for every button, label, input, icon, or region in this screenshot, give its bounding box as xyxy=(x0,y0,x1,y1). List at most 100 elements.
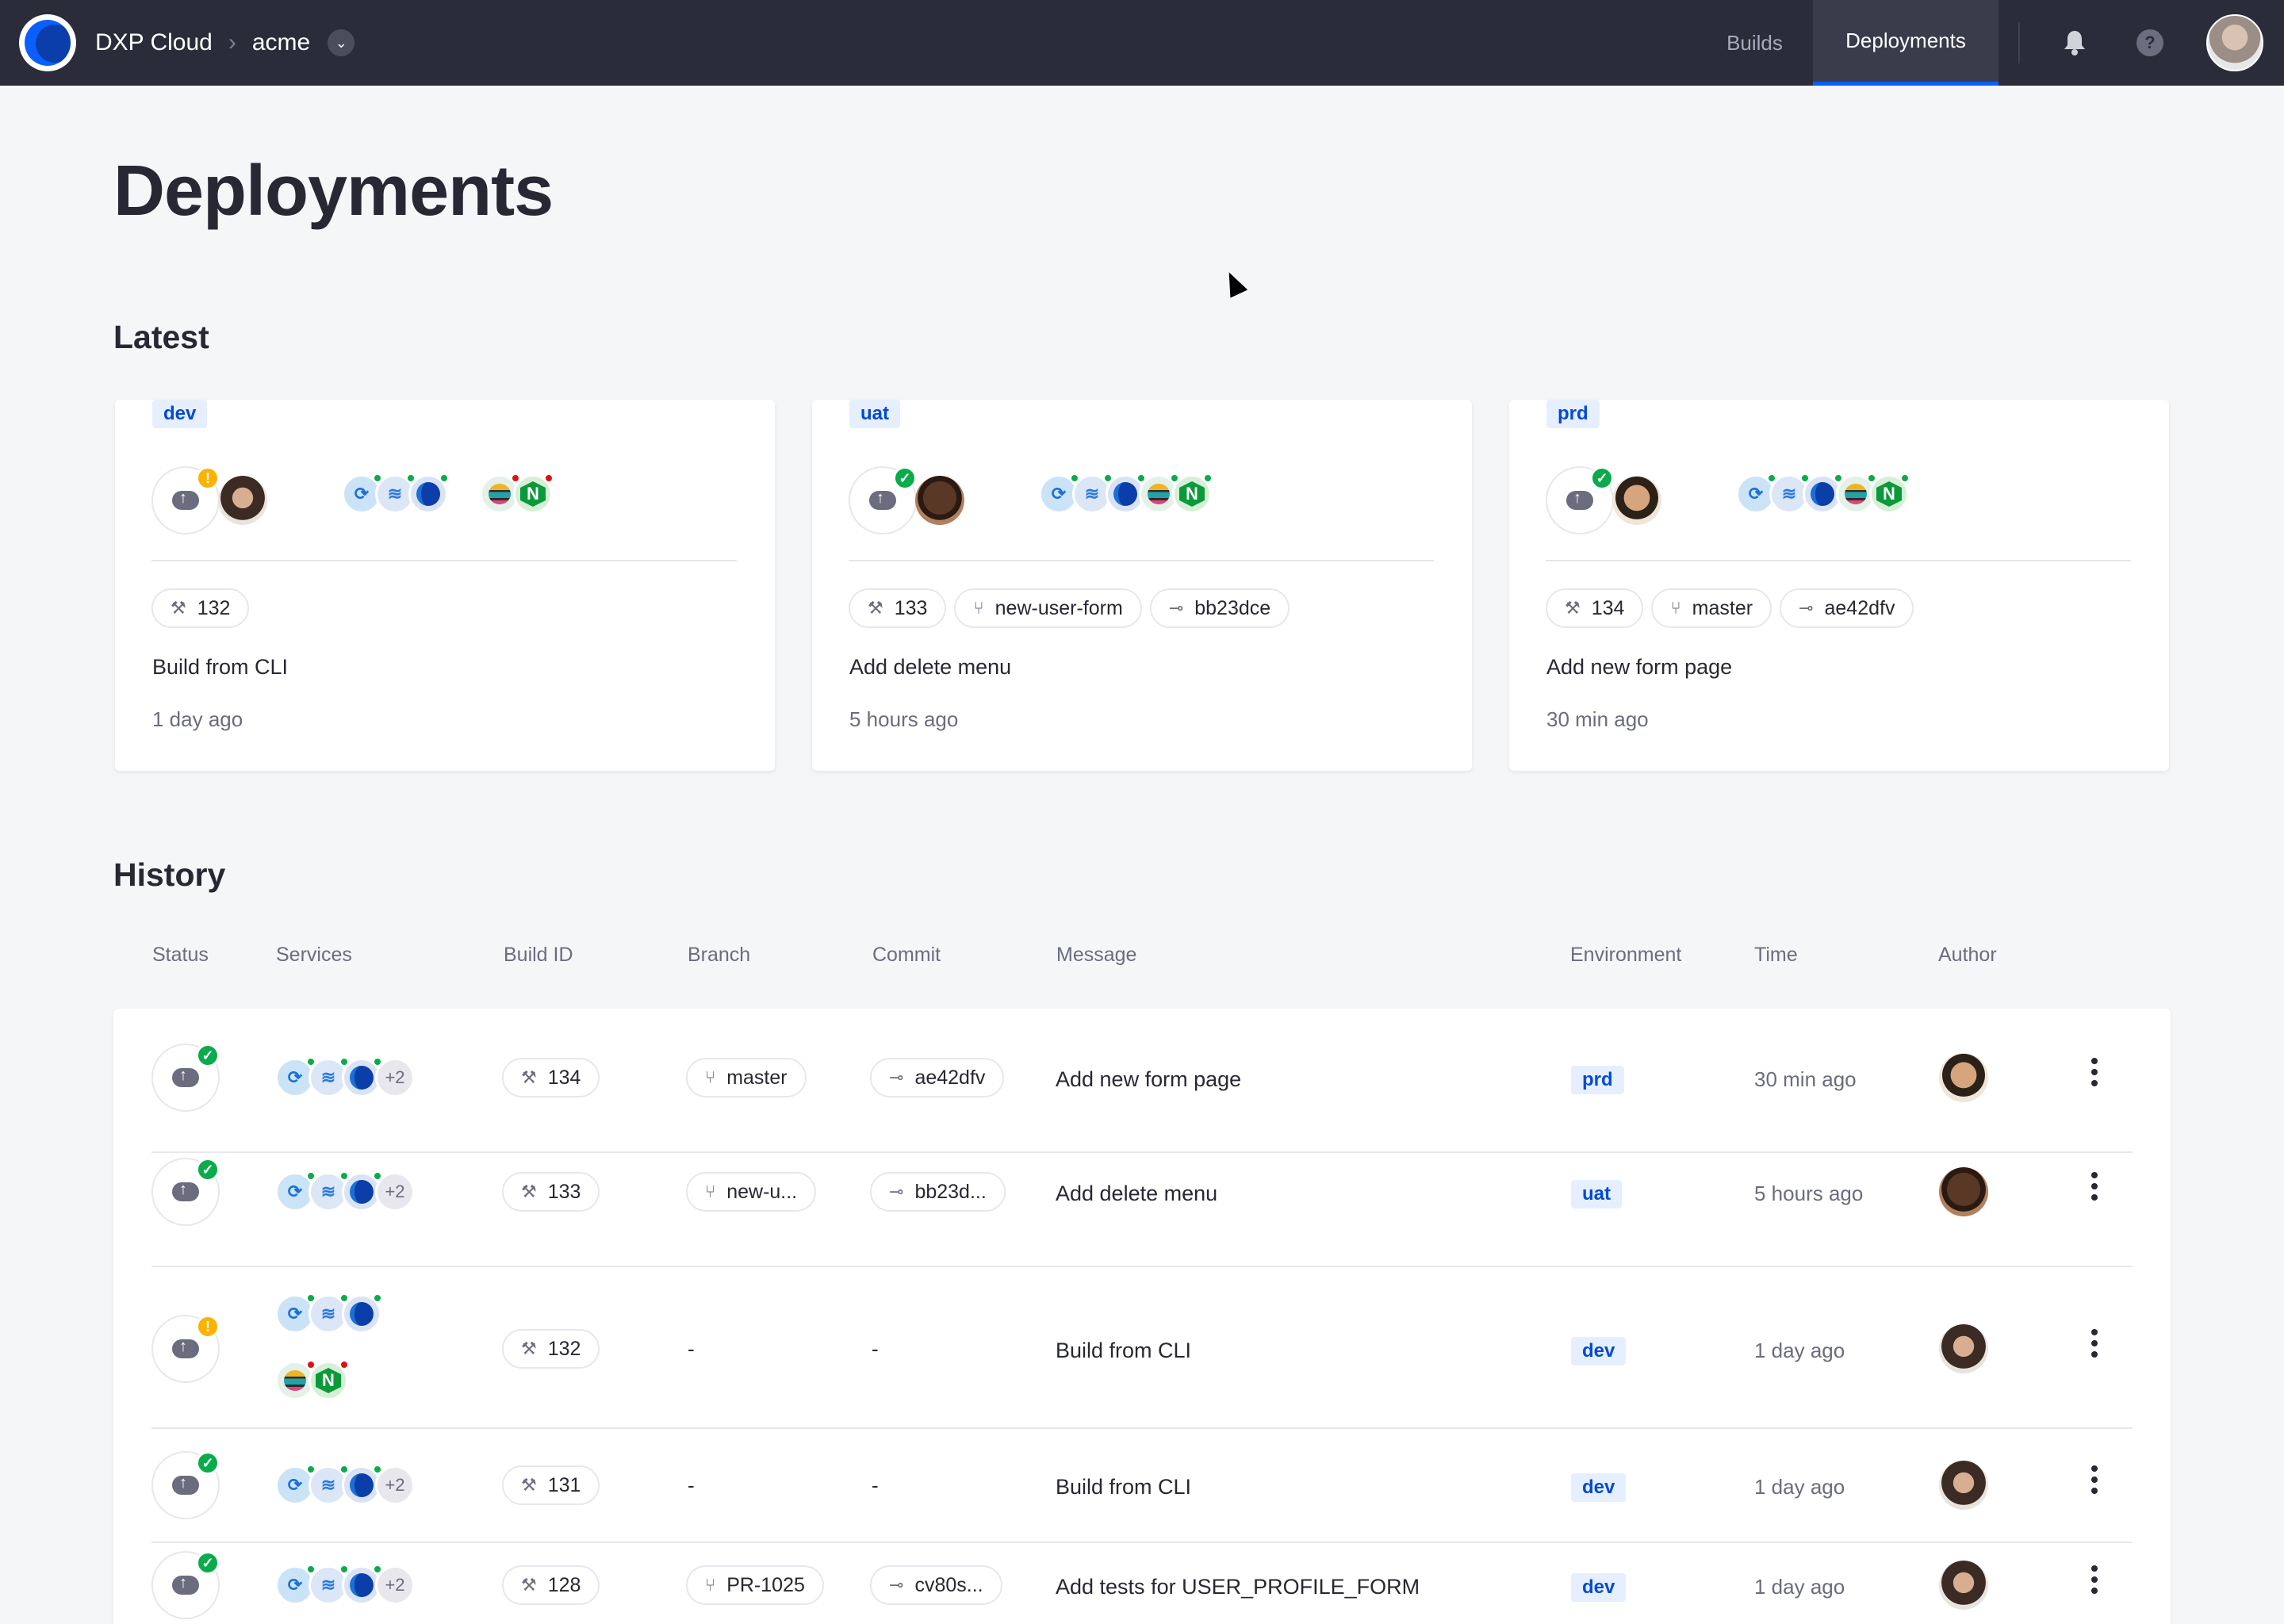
author-avatar[interactable] xyxy=(1939,1167,1988,1216)
branch-empty: - xyxy=(688,1337,695,1361)
build-id: 134 xyxy=(547,1066,581,1089)
deploy-message: Add tests for USER_PROFILE_FORM xyxy=(1056,1575,1420,1599)
branch-chip[interactable]: ⑂ new-user-form xyxy=(954,588,1142,628)
deploy-time: 1 day ago xyxy=(1754,1475,1845,1499)
kebab-menu-icon[interactable] xyxy=(2087,1465,2102,1494)
author-avatar[interactable] xyxy=(1939,1324,1988,1373)
deploy-status: ✓ xyxy=(151,1451,220,1519)
build-id-chip[interactable]: ⚒ 128 xyxy=(502,1565,600,1605)
services-group: ⟳ ≋ +2 xyxy=(275,1565,415,1605)
latest-card-uat[interactable]: uat ✓ ⟳ ≋ N ⚒ 133 ⑂ new-user-form ⊸ bb23dce… xyxy=(812,400,1472,771)
table-row[interactable]: ✓ ⟳ ≋ +2 ⚒ 133 ⑂ new-u... ⊸ bb23d... Add de… xyxy=(151,1153,2133,1267)
commit-chip[interactable]: ⊸ ae42dfv xyxy=(870,1058,1005,1097)
build-id-chip[interactable]: ⚒ 133 xyxy=(502,1172,600,1212)
branch-icon: ⑂ xyxy=(705,1067,716,1087)
branch-name: master xyxy=(726,1066,788,1089)
more-services-badge[interactable]: +2 xyxy=(375,1172,415,1212)
deploy-message: Add delete menu xyxy=(849,655,1012,679)
more-services-badge[interactable]: +2 xyxy=(375,1565,415,1605)
services-group: ⟳ ≋ xyxy=(342,473,449,514)
column-header-author[interactable]: Author xyxy=(1938,944,1997,967)
author-avatar[interactable] xyxy=(915,476,964,525)
build-id-chip[interactable]: ⚒ 134 xyxy=(502,1058,600,1097)
latest-card-prd[interactable]: prd ✓ ⟳ ≋ N ⚒ 134 ⑂ master ⊸ ae42dfv Add ne… xyxy=(1509,400,2169,771)
deploy-status: ! xyxy=(151,466,220,534)
column-header-environment[interactable]: Environment xyxy=(1570,944,1681,967)
nginx-service-icon: N xyxy=(1172,473,1213,514)
table-row[interactable]: ✓ ⟳ ≋ +2 ⚒ 131 - - Build from CLI dev 1 d… xyxy=(151,1429,2133,1543)
build-id-chip[interactable]: ⚒ 132 xyxy=(502,1329,600,1369)
build-id-chip[interactable]: ⚒ 131 xyxy=(502,1465,600,1505)
commit-icon: ⊸ xyxy=(1168,598,1184,618)
build-id-chip[interactable]: ⚒ 133 xyxy=(849,588,947,628)
commit-chip[interactable]: ⊸ bb23dce xyxy=(1149,588,1290,628)
hammer-icon: ⚒ xyxy=(521,1339,537,1358)
history-heading: History xyxy=(113,856,226,893)
author-avatar[interactable] xyxy=(1939,1461,1988,1510)
kebab-menu-icon[interactable] xyxy=(2087,1329,2102,1358)
hammer-icon: ⚒ xyxy=(1565,598,1581,618)
commit-chip[interactable]: ⊸ bb23d... xyxy=(870,1172,1006,1212)
column-header-services[interactable]: Services xyxy=(276,944,352,967)
column-header-status[interactable]: Status xyxy=(152,944,209,967)
project-name[interactable]: acme xyxy=(252,29,310,56)
author-avatar[interactable] xyxy=(1612,476,1661,525)
dxp-cloud-logo-icon[interactable] xyxy=(19,14,76,71)
bell-icon[interactable] xyxy=(2059,27,2090,59)
user-avatar[interactable] xyxy=(2206,14,2263,71)
env-badge: dev xyxy=(1571,1573,1627,1602)
liferay-service-icon xyxy=(342,1293,382,1334)
hammer-icon: ⚒ xyxy=(521,1575,537,1595)
build-id: 132 xyxy=(197,596,231,619)
kebab-menu-icon[interactable] xyxy=(2087,1172,2102,1201)
table-row[interactable]: ✓ ⟳ ≋ +2 ⚒ 128 ⑂ PR-1025 ⊸ cv80s... Add tes… xyxy=(151,1543,2133,1624)
latest-card-dev[interactable]: dev ! ⟳ ≋ N ⚒ 132 Build from CLI 1 day ag… xyxy=(115,400,775,771)
divider xyxy=(2018,22,2020,63)
branch-icon: ⑂ xyxy=(705,1182,716,1201)
help-icon[interactable]: ? xyxy=(2134,27,2166,59)
breadcrumb: DXP Cloud › acme ⌄ xyxy=(95,0,355,86)
author-avatar[interactable] xyxy=(1939,1053,1988,1102)
branch-chip[interactable]: ⑂ master xyxy=(686,1058,807,1097)
table-row[interactable]: ! ⟳ ≋ N ⚒ 132 - - Build from CLI dev 1 da… xyxy=(151,1267,2133,1429)
nav-deployments[interactable]: Deployments xyxy=(1813,0,1998,86)
commit-icon: ⊸ xyxy=(889,1575,904,1595)
services-group-2: N xyxy=(275,1360,349,1400)
author-avatar[interactable] xyxy=(1939,1561,1988,1610)
commit-icon: ⊸ xyxy=(889,1067,904,1087)
cloud-upload-icon xyxy=(172,1574,199,1595)
kebab-menu-icon[interactable] xyxy=(2087,1565,2102,1594)
hammer-icon: ⚒ xyxy=(521,1182,537,1201)
help-glyph: ? xyxy=(2136,29,2163,56)
branch-chip[interactable]: ⑂ master xyxy=(1651,588,1772,628)
column-header-time[interactable]: Time xyxy=(1754,944,1798,967)
build-id-chip[interactable]: ⚒ 132 xyxy=(151,588,250,628)
brand-link[interactable]: DXP Cloud xyxy=(95,29,213,56)
commit-chip[interactable]: ⊸ cv80s... xyxy=(870,1565,1002,1605)
column-header-build-id[interactable]: Build ID xyxy=(504,944,573,967)
branch-chip[interactable]: ⑂ PR-1025 xyxy=(686,1565,824,1605)
author-avatar[interactable] xyxy=(218,476,267,525)
nav-builds[interactable]: Builds xyxy=(1697,0,1812,86)
build-id-chip[interactable]: ⚒ 134 xyxy=(1546,588,1644,628)
more-services-badge[interactable]: +2 xyxy=(375,1465,415,1505)
more-services-badge[interactable]: +2 xyxy=(375,1058,415,1097)
deploy-message: Add new form page xyxy=(1056,1067,1242,1091)
column-header-branch[interactable]: Branch xyxy=(688,944,750,967)
kebab-menu-icon[interactable] xyxy=(2087,1058,2102,1086)
chevron-down-icon[interactable]: ⌄ xyxy=(328,29,355,56)
deploy-time: 1 day ago xyxy=(152,707,243,731)
build-id: 132 xyxy=(547,1337,581,1360)
branch-empty: - xyxy=(688,1473,695,1497)
nginx-service-icon: N xyxy=(513,473,554,514)
commit-empty: - xyxy=(872,1337,879,1361)
services-group: ⟳ ≋ +2 xyxy=(275,1465,415,1505)
table-row[interactable]: ✓ ⟳ ≋ +2 ⚒ 134 ⑂ master ⊸ ae42dfv Add new f… xyxy=(151,1039,2133,1153)
commit-chip[interactable]: ⊸ ae42dfv xyxy=(1780,588,1914,628)
branch-chip[interactable]: ⑂ new-u... xyxy=(686,1172,817,1212)
env-badge: dev xyxy=(1571,1337,1627,1365)
column-header-commit[interactable]: Commit xyxy=(872,944,941,967)
column-header-message[interactable]: Message xyxy=(1056,944,1136,967)
services-group: ⟳ ≋ N xyxy=(1039,473,1213,514)
deploy-time: 1 day ago xyxy=(1754,1575,1845,1599)
